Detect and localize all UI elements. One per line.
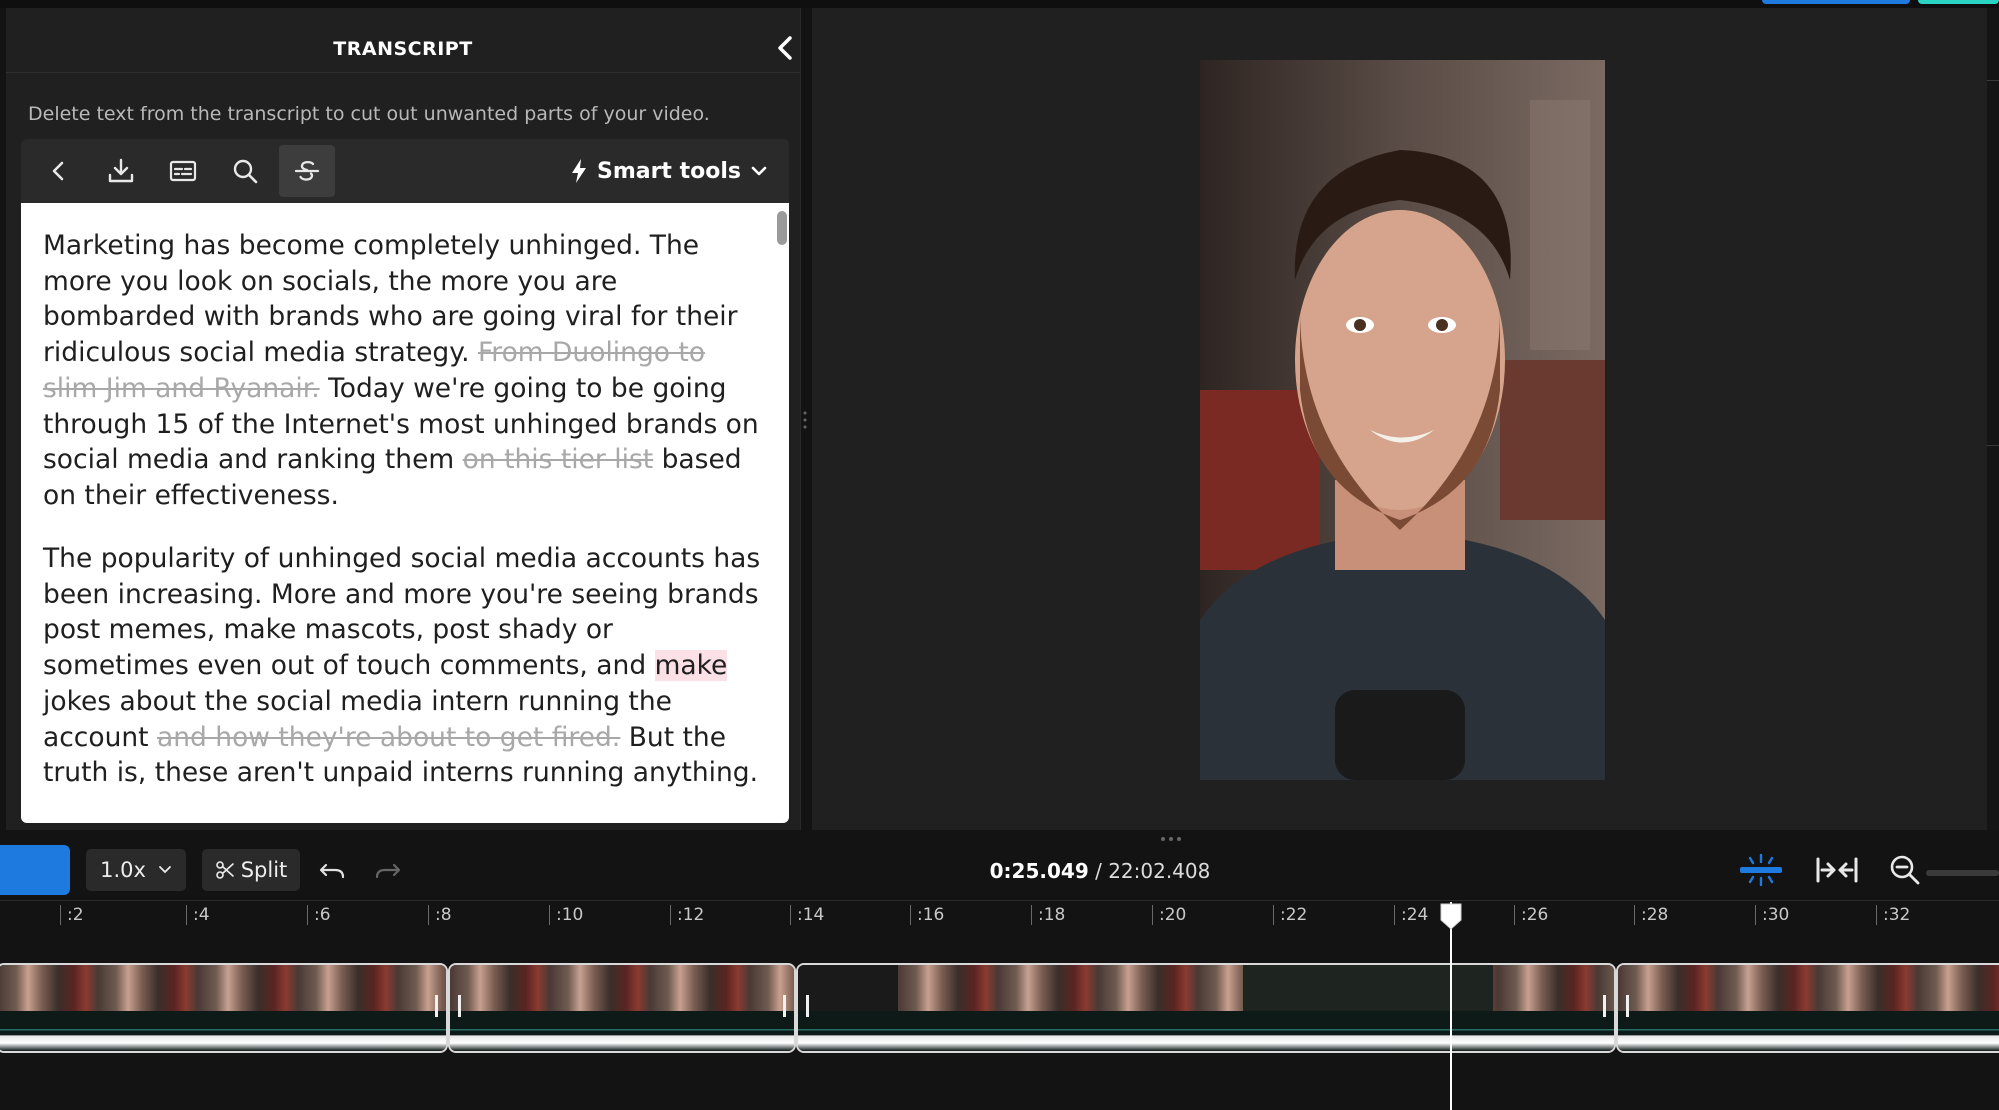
timeline-ruler: :2 :4 :6 :8 :10 :12 :14 :16 :18 :20 :22 … xyxy=(0,900,1999,931)
clip-thumbnails xyxy=(0,965,446,1011)
playback-speed-select[interactable]: 1.0x xyxy=(86,849,186,891)
ruler-tick: :32 xyxy=(1876,905,1910,925)
ruler-tick: :28 xyxy=(1634,905,1668,925)
timecode-display: 0:25.049 / 22:02.408 xyxy=(900,859,1300,883)
current-word-highlight[interactable]: make xyxy=(654,650,728,682)
video-person-image xyxy=(1200,60,1605,780)
transcript-toolbar: Smart tools xyxy=(21,139,789,203)
ruler-tick: :4 xyxy=(186,905,210,925)
clip-thumbnails xyxy=(450,965,794,1011)
strikethrough-icon xyxy=(294,160,320,181)
ruler-tick: :2 xyxy=(60,905,84,925)
video-frame[interactable] xyxy=(1200,60,1605,780)
captions-icon xyxy=(169,160,197,182)
deleted-text[interactable]: and how they're about to get fired. xyxy=(157,722,620,753)
top-action-button[interactable] xyxy=(1762,0,1910,4)
clip-trim-handle[interactable] xyxy=(435,995,438,1017)
clip-trim-handle[interactable] xyxy=(1626,995,1629,1017)
clip-waveform xyxy=(0,1011,446,1051)
panel-divider xyxy=(6,72,800,73)
download-icon xyxy=(108,158,134,183)
scissors-icon xyxy=(215,861,234,879)
timeline-clip-1[interactable] xyxy=(0,963,448,1053)
transcript-text-area[interactable]: Marketing has become completely unhinged… xyxy=(21,203,789,823)
smart-tools-button[interactable]: Smart tools xyxy=(569,155,769,187)
ruler-tick: :14 xyxy=(790,905,824,925)
clip-waveform xyxy=(450,1011,794,1051)
chevron-left-icon xyxy=(778,36,792,60)
clip-dark-segment xyxy=(798,965,898,1011)
ruler-tick: :24 xyxy=(1394,905,1428,925)
transcript-panel: TRANSCRIPT Delete text from the transcri… xyxy=(6,8,801,830)
timeline-resize-grip[interactable] xyxy=(1160,836,1182,842)
transcript-paragraph-2[interactable]: The popularity of unhinged social media … xyxy=(43,541,763,791)
transcript-scrollbar[interactable] xyxy=(777,211,787,245)
lightning-icon xyxy=(571,159,586,183)
chevron-down-icon xyxy=(751,166,767,176)
timeline-controls: 1.0x Split 0:25.049 / 22:02.408 xyxy=(0,845,1999,895)
clip-trim-handle[interactable] xyxy=(806,995,809,1017)
strikethrough-button[interactable] xyxy=(279,145,335,197)
ruler-tick: :18 xyxy=(1031,905,1065,925)
right-sidebar-divider xyxy=(1987,445,1999,446)
clip-trim-handle[interactable] xyxy=(783,995,786,1017)
deleted-text[interactable]: on this tier list xyxy=(463,444,654,475)
chevron-down-icon xyxy=(159,866,171,874)
timeline-clip-3[interactable] xyxy=(796,963,1616,1053)
top-export-button[interactable] xyxy=(1918,0,1999,4)
captions-button[interactable] xyxy=(155,145,211,197)
clip-dark-segment xyxy=(1243,965,1493,1011)
top-bar xyxy=(0,0,1999,8)
right-sidebar-edge xyxy=(1987,8,1999,830)
chevron-left-icon xyxy=(52,161,64,181)
collapse-panel-button[interactable] xyxy=(768,30,804,66)
redo-icon[interactable] xyxy=(372,857,402,883)
split-button[interactable]: Split xyxy=(202,849,300,891)
clip-waveform xyxy=(798,1011,1614,1051)
fit-to-screen-icon[interactable] xyxy=(1814,853,1860,887)
right-sidebar-divider xyxy=(1987,80,1999,81)
search-icon xyxy=(233,159,258,184)
clip-trim-handle[interactable] xyxy=(458,995,461,1017)
current-time: 0:25.049 xyxy=(989,859,1089,883)
ruler-tick: :20 xyxy=(1152,905,1186,925)
panel-resize-handle[interactable] xyxy=(803,410,807,430)
playhead-line[interactable] xyxy=(1450,902,1452,1110)
clip-waveform xyxy=(1618,1011,1999,1051)
panel-title: TRANSCRIPT xyxy=(333,38,473,60)
ruler-tick: :6 xyxy=(307,905,331,925)
ruler-tick: :26 xyxy=(1514,905,1548,925)
zoom-out-icon[interactable] xyxy=(1888,853,1922,887)
playhead-handle[interactable] xyxy=(1439,902,1463,930)
timeline-clip-2[interactable] xyxy=(448,963,796,1053)
speed-value: 1.0x xyxy=(100,858,146,882)
ruler-tick: :30 xyxy=(1755,905,1789,925)
smart-tools-label: Smart tools xyxy=(596,158,741,184)
ruler-tick: :16 xyxy=(910,905,944,925)
zoom-slider[interactable] xyxy=(1926,870,1999,876)
clip-trim-handle[interactable] xyxy=(1603,995,1606,1017)
split-label: Split xyxy=(240,858,288,882)
transcript-paragraph-1[interactable]: Marketing has become completely unhinged… xyxy=(43,228,763,514)
ruler-tick: :8 xyxy=(428,905,452,925)
play-button[interactable] xyxy=(0,845,70,895)
panel-hint: Delete text from the transcript to cut o… xyxy=(28,103,710,125)
clip-thumbnails xyxy=(1618,965,1999,1011)
undo-icon[interactable] xyxy=(318,857,348,883)
download-button[interactable] xyxy=(93,145,149,197)
search-button[interactable] xyxy=(217,145,273,197)
snap-magnet-icon[interactable] xyxy=(1738,853,1784,887)
timeline-clip-4[interactable] xyxy=(1616,963,1999,1053)
transcript-word-run[interactable]: The popularity of unhinged social media … xyxy=(43,543,760,681)
ruler-tick: :10 xyxy=(549,905,583,925)
time-separator: / xyxy=(1088,859,1109,883)
total-time: 22:02.408 xyxy=(1108,859,1211,883)
ruler-tick: :12 xyxy=(670,905,704,925)
back-button[interactable] xyxy=(31,145,87,197)
ruler-tick: :22 xyxy=(1273,905,1307,925)
